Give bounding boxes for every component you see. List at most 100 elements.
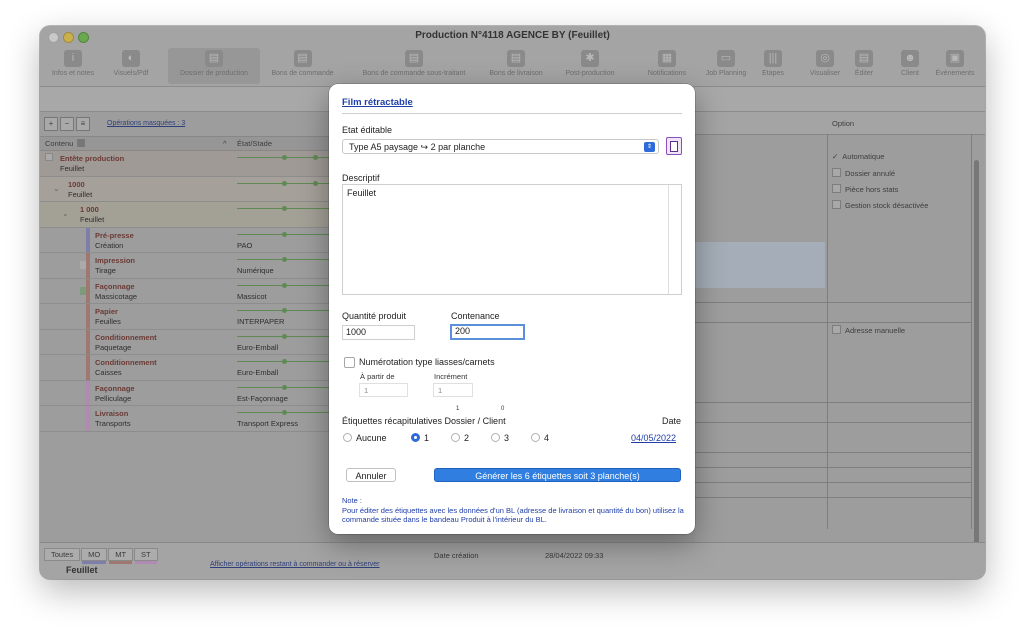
type-marker	[86, 304, 90, 329]
option-checkbox[interactable]	[832, 184, 841, 193]
open-document-button[interactable]	[666, 137, 682, 155]
row-etat: Euro-Emball	[237, 368, 279, 377]
option-piece-hors-stats[interactable]: Pièce hors stats	[832, 184, 898, 194]
contenance-field[interactable]: 200	[450, 324, 525, 340]
table-row[interactable]: Conditionnement Caisses Euro-Emball	[40, 355, 332, 381]
type-marker	[86, 329, 90, 354]
table-row[interactable]: Impression Tirage Numérique	[40, 253, 332, 279]
toolbar-infos-notes[interactable]: i Infos et notes	[44, 48, 102, 84]
etat-select[interactable]: Type A5 paysage ↪ 2 par planche ⇕	[342, 139, 659, 154]
table-row[interactable]: Façonnage Massicotage Massicot	[40, 278, 332, 304]
descriptif-textarea[interactable]: Feuillet	[342, 184, 682, 295]
progress-track	[237, 206, 332, 211]
masked-operations-link[interactable]: Opérations masquées : 3	[107, 120, 185, 127]
radio-3[interactable]: 3	[491, 433, 509, 443]
toolbar-etapes[interactable]: ||| Etapes	[758, 48, 788, 84]
add-operation-icon[interactable]: +	[44, 117, 58, 131]
toolbar-bons-commande-sous-traitant[interactable]: ▤ Bons de commande sous-traitant	[350, 48, 478, 84]
radio-button[interactable]	[451, 433, 460, 442]
radio-aucune[interactable]: Aucune	[343, 433, 387, 443]
option-label: Pièce hors stats	[845, 185, 899, 194]
toolbar-post-production[interactable]: ✱ Post-production	[555, 48, 625, 84]
chevron-down-icon[interactable]: ⌄	[62, 209, 69, 218]
toolbar-notifications[interactable]: ▦ Notifications	[641, 48, 693, 84]
tab-toutes[interactable]: Toutes	[44, 548, 81, 561]
filter-icon[interactable]	[77, 139, 85, 147]
generate-labels-button[interactable]: Générer les 6 étiquettes soit 3 planche(…	[434, 468, 681, 482]
col-etat[interactable]: État/Stade	[237, 137, 272, 150]
toolbar-bons-commande[interactable]: ▤ Bons de commande	[265, 48, 340, 84]
toolbar-label: Visualiser	[809, 70, 841, 77]
textarea-scrollbar[interactable]	[668, 185, 681, 294]
quantite-field[interactable]: 1000	[342, 325, 415, 340]
radio-4[interactable]: 4	[531, 433, 549, 443]
option-automatique[interactable]: ✓ Automatique	[832, 152, 884, 161]
row-title: Papier	[95, 307, 118, 316]
radio-button[interactable]	[343, 433, 352, 442]
radio-button[interactable]	[491, 433, 500, 442]
table-row[interactable]: Livraison Transports Transport Express	[40, 406, 332, 432]
tab-mt[interactable]: MT	[108, 548, 134, 564]
vertical-scrollbar[interactable]	[974, 160, 979, 550]
radio-1[interactable]: 1	[411, 433, 429, 443]
remove-operation-icon[interactable]: −	[60, 117, 74, 131]
option-label: Dossier annulé	[845, 169, 896, 178]
option-checkbox[interactable]	[832, 168, 841, 177]
radio-label: 1	[424, 433, 430, 443]
option-gestion-stock[interactable]: Gestion stock désactivée	[832, 200, 928, 210]
cancel-button[interactable]: Annuler	[346, 468, 396, 482]
zoom-window-button[interactable]	[78, 32, 89, 43]
close-window-button[interactable]	[48, 32, 59, 43]
dialog-title[interactable]: Film rétractable	[342, 97, 413, 108]
tab-color-marker	[135, 561, 157, 564]
option-adresse-manuelle[interactable]: Adresse manuelle	[832, 325, 905, 335]
increment-field[interactable]: 1	[433, 383, 473, 397]
progress-track	[237, 231, 332, 237]
toolbar-evenements[interactable]: ▣ Évènements	[930, 48, 980, 84]
toolbar-visualiser[interactable]: ◎ Visualiser	[806, 48, 844, 84]
table-row[interactable]: Conditionnement Paquetage Euro-Emball	[40, 329, 332, 355]
toolbar-bons-livraison[interactable]: ▤ Bons de livraison	[484, 48, 548, 84]
radio-button[interactable]	[531, 433, 540, 442]
divider	[695, 422, 972, 423]
col-contenu[interactable]: Contenu	[45, 137, 73, 150]
tab-mo[interactable]: MO	[81, 548, 108, 564]
type-marker	[86, 253, 90, 278]
table-row[interactable]: ⌄ 1 000 Feuillet	[40, 202, 332, 228]
numerotation-checkbox[interactable]	[344, 357, 355, 368]
date-link[interactable]: 04/05/2022	[631, 433, 676, 443]
tab-label: MT	[115, 550, 127, 559]
table-row[interactable]: Pré-presse Création PAO	[40, 227, 332, 253]
toolbar-visuels-pdf[interactable]: ◐ Visuels/Pdf	[106, 48, 156, 84]
table-row[interactable]: Papier Feuilles INTERPAPER	[40, 304, 332, 330]
radio-label: 3	[504, 433, 510, 443]
divider	[695, 467, 972, 468]
radio-2[interactable]: 2	[451, 433, 469, 443]
table-row[interactable]: Entête production Feuillet	[40, 151, 332, 177]
chevron-down-icon[interactable]: ⌄	[53, 184, 60, 193]
toolbar-label: Job Planning	[705, 70, 747, 77]
option-checkbox[interactable]	[832, 325, 841, 334]
list-icon[interactable]: ≡	[76, 117, 90, 131]
row-title: Façonnage	[95, 383, 135, 393]
minimize-window-button[interactable]	[63, 32, 74, 43]
toolbar-editer[interactable]: ▤ Éditer	[851, 48, 877, 84]
table-row[interactable]: Façonnage Pelliculage Est-Façonnage	[40, 380, 332, 406]
radio-button[interactable]	[411, 433, 420, 442]
toolbar-label: Bons de commande	[271, 70, 334, 77]
remaining-operations-link[interactable]: Afficher opérations restant à commander …	[210, 561, 380, 568]
table-row[interactable]: ⌄ 1000 Feuillet	[40, 176, 332, 202]
row-checkbox[interactable]	[45, 153, 53, 161]
toolbar-job-planning[interactable]: ▭ Job Planning	[700, 48, 752, 84]
option-dossier-annule[interactable]: Dossier annulé	[832, 168, 895, 178]
option-label: Automatique	[842, 152, 885, 161]
tab-st[interactable]: ST	[134, 548, 158, 564]
a-partir-field[interactable]: 1	[359, 383, 408, 397]
operations-panel: + − ≡ Opérations masquées : 3 Contenu ^ Ét…	[40, 112, 332, 542]
a-partir-label: À partir de	[360, 372, 395, 381]
toolbar-client[interactable]: ☻ Client	[896, 48, 924, 84]
toolbar-dossier-production[interactable]: ▤ Dossier de production	[168, 48, 260, 84]
toolbar-label: Client	[901, 70, 919, 77]
option-checkbox[interactable]	[832, 200, 841, 209]
toolbar-label: Etapes	[762, 70, 784, 77]
